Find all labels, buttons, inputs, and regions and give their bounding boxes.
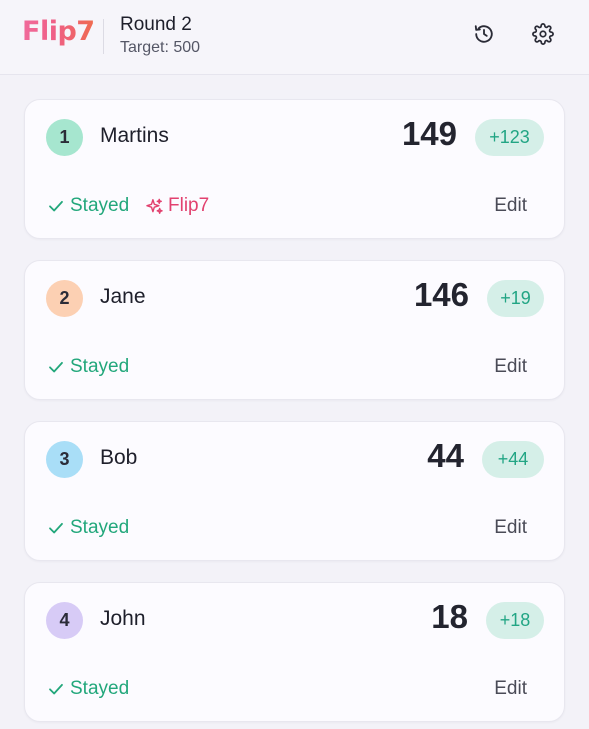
rank-badge: 2 [46,280,83,317]
round-target: Target: 500 [120,39,201,56]
player-total: 146 [413,276,469,313]
player-card: 1 Martins 149 +123 Stayed Flip7 Edit [24,99,565,239]
flip7-label: Flip7 [168,195,210,216]
status-label: Stayed [70,356,130,377]
header-divider [103,19,104,54]
check-icon [49,200,63,212]
player-total: 18 [431,598,468,635]
player-name: John [100,607,146,630]
app-logo: Flip7 [22,16,95,47]
app-header: Flip7 Round 2 Target: 500 [0,0,589,75]
rank-badge: 3 [46,441,83,478]
edit-button[interactable]: Edit [494,517,527,539]
status-label: Stayed [70,678,130,699]
status-stayed: Stayed [47,678,129,700]
status-stayed: Stayed [47,517,129,539]
player-name: Martins [100,124,169,147]
status-stayed: Stayed [47,356,129,378]
sparkle-icon [146,198,163,214]
rank-badge: 4 [46,602,83,639]
check-icon [49,361,63,373]
edit-button[interactable]: Edit [494,678,527,700]
status-label: Stayed [70,517,130,538]
player-card: 3 Bob 44 +44 Stayed Edit [24,421,565,561]
flip7-badge: Flip7 [145,195,209,217]
edit-button[interactable]: Edit [494,356,527,378]
round-delta-badge: +44 [482,441,544,478]
rank-badge: 1 [46,119,83,156]
check-icon [49,683,63,695]
round-delta-badge: +18 [486,602,544,639]
player-total: 149 [401,115,457,152]
player-card: 2 Jane 146 +19 Stayed Edit [24,260,565,400]
player-name: Jane [100,285,146,308]
player-card: 4 John 18 +18 Stayed Edit [24,582,565,722]
player-name: Bob [100,446,138,469]
history-icon[interactable] [472,22,496,46]
round-delta-badge: +19 [487,280,544,317]
edit-button[interactable]: Edit [494,195,527,217]
status-stayed: Stayed [47,195,129,217]
status-label: Stayed [70,195,130,216]
check-icon [49,522,63,534]
round-delta-badge: +123 [475,119,544,156]
settings-icon[interactable] [531,22,555,46]
round-title: Round 2 [120,14,192,35]
player-total: 44 [427,437,464,474]
